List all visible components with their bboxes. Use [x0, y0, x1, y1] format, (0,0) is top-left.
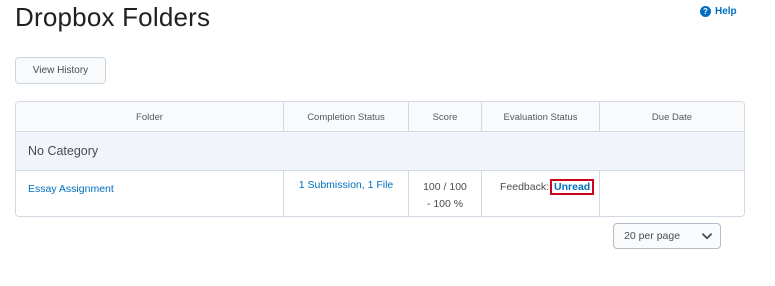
per-page-select[interactable]: 20 per page — [613, 223, 721, 249]
folder-link-essay-assignment[interactable]: Essay Assignment — [28, 183, 114, 195]
score-cell: 100 / 100 - 100 % — [409, 171, 482, 216]
help-label: Help — [715, 6, 737, 17]
help-circle-icon: ? — [700, 6, 711, 17]
feedback-label: Feedback: — [500, 181, 550, 193]
page-title: Dropbox Folders — [15, 2, 211, 32]
score-points: 100 / 100 — [423, 181, 467, 193]
feedback-status: Feedback: Unread — [500, 179, 595, 195]
table-row: Essay Assignment 1 Submission, 1 File 10… — [16, 171, 744, 216]
due-date-cell — [600, 171, 744, 216]
dropbox-folders-table: Folder Completion Status Score Evaluatio… — [15, 101, 745, 217]
evaluation-status-cell: Feedback: Unread — [482, 171, 600, 216]
completion-status-cell: 1 Submission, 1 File — [284, 171, 409, 216]
column-header-score[interactable]: Score — [409, 102, 482, 132]
category-row: No Category — [16, 132, 744, 171]
feedback-unread-link[interactable]: Unread — [550, 179, 595, 195]
score-value: 100 / 100 - 100 % — [409, 179, 481, 213]
view-history-button[interactable]: View History — [15, 57, 106, 84]
submission-link[interactable]: 1 Submission, 1 File — [284, 179, 408, 191]
folder-cell: Essay Assignment — [16, 171, 284, 216]
column-header-due-date[interactable]: Due Date — [600, 102, 744, 132]
help-link[interactable]: ? Help — [700, 6, 737, 17]
table-header: Folder Completion Status Score Evaluatio… — [16, 102, 744, 132]
column-header-folder[interactable]: Folder — [16, 102, 284, 132]
column-header-evaluation-status[interactable]: Evaluation Status — [482, 102, 600, 132]
column-header-completion-status[interactable]: Completion Status — [284, 102, 409, 132]
chevron-down-icon — [694, 224, 720, 248]
score-percent: - 100 % — [426, 198, 464, 210]
per-page-value: 20 per page — [624, 230, 681, 242]
